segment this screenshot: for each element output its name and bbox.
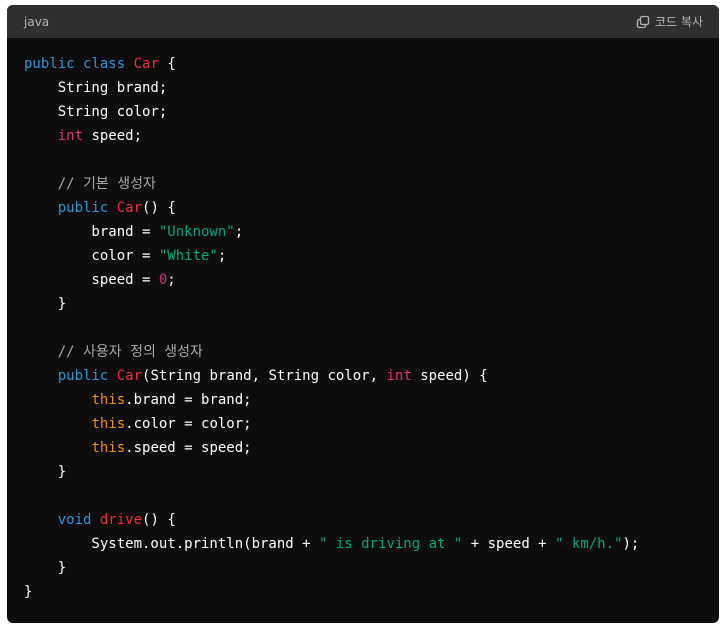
code-token: this	[91, 392, 126, 408]
code-token: Car	[116, 200, 143, 216]
code-line: public class Car {	[24, 52, 719, 76]
code-token: String brand;	[24, 80, 168, 96]
code-token: ;	[217, 248, 227, 264]
code-token: }	[24, 464, 67, 480]
code-token: ;	[234, 224, 244, 240]
code-line: // 사용자 정의 생성자	[24, 340, 719, 364]
code-token: public	[24, 56, 75, 72]
code-line: public Car() {	[24, 196, 719, 220]
code-token: void	[57, 512, 92, 528]
code-line: this.brand = brand;	[24, 388, 719, 412]
code-line: }	[24, 580, 719, 604]
code-token: .brand = brand;	[125, 392, 252, 408]
code-token: () {	[142, 512, 176, 528]
code-token: );	[622, 536, 640, 552]
code-token: .color = color;	[125, 416, 252, 432]
code-token: // 기본 생성자	[57, 176, 156, 192]
code-token: "Unknown"	[158, 224, 235, 240]
code-token: color =	[24, 248, 159, 264]
code-token: class	[83, 56, 126, 72]
code-token: ;	[167, 272, 176, 288]
code-line: int speed;	[24, 124, 719, 148]
code-line: public Car(String brand, String color, i…	[24, 364, 719, 388]
code-token: "White"	[158, 248, 218, 264]
code-line: speed = 0;	[24, 268, 719, 292]
code-token: }	[24, 584, 33, 600]
code-token: Car	[116, 368, 143, 384]
code-line: void drive() {	[24, 508, 719, 532]
code-content[interactable]: public class Car { String brand; String …	[7, 38, 719, 604]
code-token: public	[57, 368, 109, 384]
code-token: () {	[142, 200, 176, 216]
code-token: speed =	[24, 272, 159, 288]
code-token: " is driving at "	[319, 536, 463, 552]
code-token: int	[386, 368, 412, 384]
code-line: }	[24, 292, 719, 316]
code-token: this	[91, 416, 126, 432]
code-line: color = "White";	[24, 244, 719, 268]
code-line: this.speed = speed;	[24, 436, 719, 460]
copy-code-label: 코드 복사	[655, 15, 703, 29]
code-token: speed) {	[411, 368, 488, 384]
code-token: this	[91, 440, 126, 456]
code-line: }	[24, 556, 719, 580]
code-line: brand = "Unknown";	[24, 220, 719, 244]
code-token: " km/h."	[555, 536, 623, 552]
code-token: String color;	[24, 104, 168, 120]
code-line: }	[24, 460, 719, 484]
code-line: this.color = color;	[24, 412, 719, 436]
code-token: }	[24, 296, 67, 312]
code-token: .speed = speed;	[125, 440, 252, 456]
code-header: java 코드 복사	[7, 5, 719, 38]
code-token: drive	[99, 512, 143, 528]
code-token: System.out.println(brand +	[24, 536, 320, 552]
language-label: java	[24, 14, 50, 29]
copy-icon	[636, 15, 650, 29]
code-token: public	[57, 200, 109, 216]
code-token: brand =	[24, 224, 159, 240]
code-line: String brand;	[24, 76, 719, 100]
code-token: (String brand, String color,	[142, 368, 387, 384]
code-token: {	[158, 56, 176, 72]
code-line: // 기본 생성자	[24, 172, 719, 196]
code-line: System.out.println(brand + " is driving …	[24, 532, 719, 556]
code-token: // 사용자 정의 생성자	[57, 344, 203, 360]
code-block: java 코드 복사 public class Car { String bra…	[7, 5, 719, 623]
code-line: String color;	[24, 100, 719, 124]
copy-code-button[interactable]: 코드 복사	[636, 13, 703, 30]
code-token: Car	[133, 56, 159, 72]
code-token: speed;	[83, 128, 143, 144]
code-token: + speed +	[462, 536, 556, 552]
code-token: }	[24, 560, 67, 576]
code-token: int	[57, 128, 84, 144]
